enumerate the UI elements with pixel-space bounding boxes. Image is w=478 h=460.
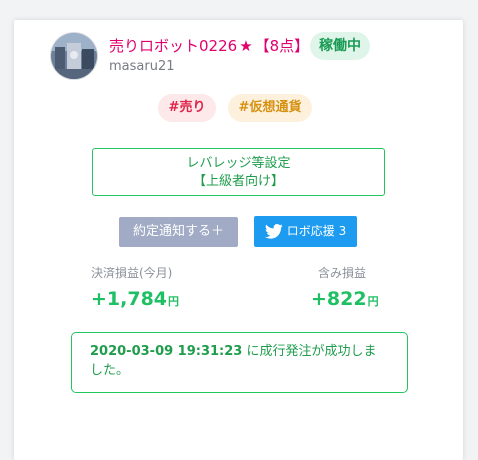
settled-pl-value: +1,784円 bbox=[91, 288, 179, 310]
robot-rank: 【8点】 bbox=[254, 37, 310, 55]
support-button-label: ロボ応援 3 bbox=[286, 224, 347, 238]
tag-sell[interactable]: #売り bbox=[158, 94, 216, 122]
settled-pl-label: 決済損益(今月) bbox=[91, 266, 173, 280]
robot-name-label: 売りロボット0226 bbox=[109, 37, 238, 55]
status-badge: 稼働中 bbox=[310, 32, 370, 60]
leverage-settings-sublabel: 【上級者向け】 bbox=[192, 174, 284, 189]
twitter-bird-icon bbox=[264, 224, 283, 239]
tag-crypto[interactable]: #仮想通貨 bbox=[228, 94, 312, 122]
settled-pl-unit: 円 bbox=[168, 295, 180, 308]
leverage-settings-button[interactable]: レバレッジ等設定 【上級者向け】 bbox=[92, 148, 385, 196]
unrealized-pl-amount: +822 bbox=[311, 288, 367, 310]
notify-button[interactable]: 約定通知する＋ bbox=[119, 217, 238, 247]
support-button[interactable]: ロボ応援 3 bbox=[254, 216, 357, 247]
username[interactable]: masaru21 bbox=[109, 59, 175, 74]
unrealized-pl-label: 含み損益 bbox=[318, 266, 367, 280]
unrealized-pl-unit: 円 bbox=[367, 295, 379, 308]
order-timestamp: 2020-03-09 19:31:23 bbox=[90, 344, 243, 359]
star-icon: ★ bbox=[239, 37, 253, 55]
leverage-settings-label: レバレッジ等設定 bbox=[186, 156, 291, 171]
settled-pl-amount: +1,784 bbox=[91, 288, 168, 310]
avatar-photo bbox=[51, 33, 97, 79]
robot-card: 売りロボット0226 ★ 【8点】 稼働中 masaru21 #売り #仮想通貨 レ… bbox=[14, 20, 463, 460]
unrealized-pl-value: +822円 bbox=[311, 288, 379, 310]
order-message: 2020-03-09 19:31:23 に成行発注が成功しました。 bbox=[71, 332, 408, 393]
robot-name[interactable]: 売りロボット0226 ★ 【8点】 bbox=[109, 36, 309, 56]
avatar[interactable] bbox=[50, 32, 98, 80]
